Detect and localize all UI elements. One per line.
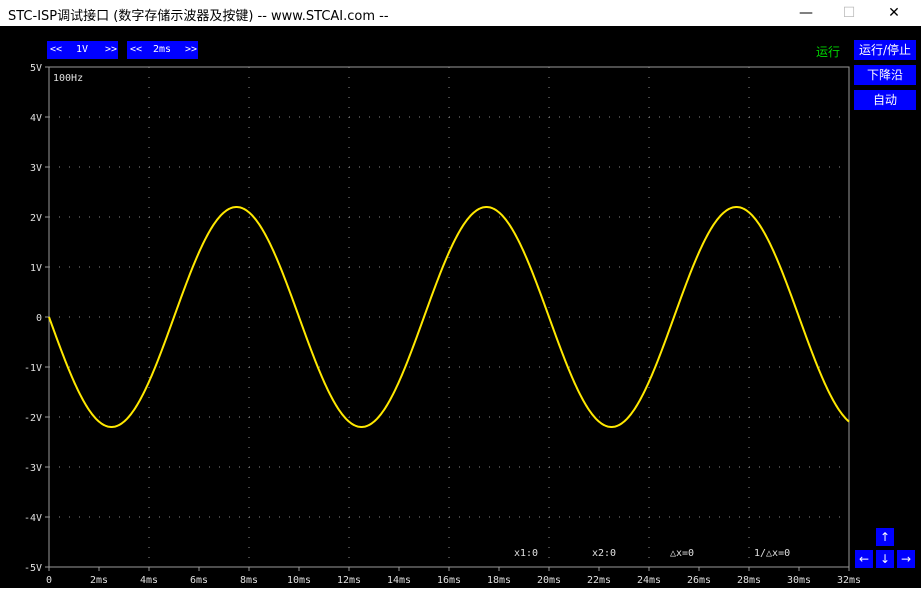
time-prev-button[interactable]: <<: [130, 41, 142, 59]
x-tick-label: 10ms: [287, 575, 311, 586]
x-tick-label: 8ms: [240, 575, 258, 586]
y-tick-label: -4V: [24, 513, 42, 524]
window-title: STC-ISP调试接口 (数字存储示波器及按键) -- www.STCAI.co…: [8, 9, 389, 24]
auto-button[interactable]: 自动: [854, 90, 916, 110]
x-tick-label: 18ms: [487, 575, 511, 586]
volt-prev-button[interactable]: <<: [50, 41, 62, 59]
volt-scale-control: << 1V >>: [47, 41, 118, 59]
cursor-x2-readout: x2:0: [592, 548, 616, 559]
cursor-dx-readout: △x=0: [670, 548, 694, 559]
arrow-left-icon[interactable]: ←: [855, 550, 873, 568]
y-tick-label: 2V: [30, 213, 42, 224]
x-tick-label: 6ms: [190, 575, 208, 586]
arrow-up-icon[interactable]: ↑: [876, 528, 894, 546]
x-tick-label: 32ms: [837, 575, 861, 586]
x-tick-label: 4ms: [140, 575, 158, 586]
y-tick-label: 0: [36, 313, 42, 324]
oscilloscope-panel: 5V 4V 3V 2V 1V 0 -1V -2V -3V -4V -5V 0 2ms 4ms 6ms 8ms 1…: [0, 26, 921, 598]
maximize-icon[interactable]: ☐: [826, 0, 872, 26]
x-tick-label: 0: [46, 575, 52, 586]
arrow-right-icon[interactable]: →: [897, 550, 915, 568]
title-bar: STC-ISP调试接口 (数字存储示波器及按键) -- www.STCAI.co…: [0, 0, 921, 26]
time-scale-value: 2ms: [153, 44, 172, 55]
y-tick-label: 5V: [30, 63, 42, 74]
scope-display: 5V 4V 3V 2V 1V 0 -1V -2V -3V -4V -5V 0 2ms 4ms 6ms 8ms 1…: [24, 63, 861, 586]
y-tick-label: -3V: [24, 463, 42, 474]
x-tick-label: 26ms: [687, 575, 711, 586]
time-next-button[interactable]: >>: [185, 41, 197, 59]
volt-next-button[interactable]: >>: [105, 41, 117, 59]
y-tick-label: 4V: [30, 113, 42, 124]
frequency-label: 100Hz: [53, 73, 83, 84]
cursor-x1-readout: x1:0: [514, 548, 538, 559]
x-tick-label: 24ms: [637, 575, 661, 586]
volt-scale-value: 1V: [76, 44, 89, 55]
x-tick-label: 14ms: [387, 575, 411, 586]
y-tick-label: -5V: [24, 563, 42, 574]
close-icon[interactable]: ✕: [871, 0, 917, 26]
run-status: 运行: [816, 45, 841, 59]
window-bottom-edge: [0, 588, 921, 598]
cursor-inv-dx-readout: 1/△x=0: [754, 548, 790, 559]
trigger-edge-button[interactable]: 下降沿: [854, 65, 916, 85]
x-tick-label: 30ms: [787, 575, 811, 586]
minimize-icon[interactable]: —: [783, 0, 829, 26]
x-tick-label: 2ms: [90, 575, 108, 586]
x-tick-label: 20ms: [537, 575, 561, 586]
y-tick-label: -2V: [24, 413, 42, 424]
x-tick-label: 22ms: [587, 575, 611, 586]
arrow-down-icon[interactable]: ↓: [876, 550, 894, 568]
x-tick-label: 16ms: [437, 575, 461, 586]
x-tick-label: 28ms: [737, 575, 761, 586]
time-scale-control: << 2ms >>: [127, 41, 198, 59]
y-tick-label: 1V: [30, 263, 42, 274]
run-stop-button[interactable]: 运行/停止: [854, 40, 916, 60]
x-tick-label: 12ms: [337, 575, 361, 586]
y-tick-label: 3V: [30, 163, 42, 174]
y-tick-label: -1V: [24, 363, 42, 374]
